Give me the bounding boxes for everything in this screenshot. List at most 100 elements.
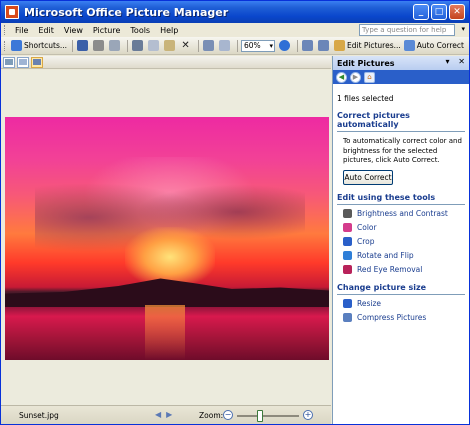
auto-correct-button[interactable]: Auto Correct [343,169,393,185]
undo-button[interactable] [202,39,217,53]
compress-icon [343,313,352,322]
auto-correct-description: To automatically correct color and brigh… [343,137,462,164]
help-button[interactable] [278,39,293,53]
color-label: Color [357,223,377,232]
pane-close-icon[interactable]: ✕ [458,57,465,66]
menu-bar: File Edit View Picture Tools Help Type a… [1,23,469,37]
help-search-input[interactable]: Type a question for help [359,24,455,36]
menu-grip-icon[interactable] [4,25,7,35]
auto-correct-toolbar-label: Auto Correct [416,41,464,50]
redo-button[interactable] [218,39,233,53]
color-link[interactable]: Color [343,223,465,233]
edit-pictures-icon [334,40,346,51]
pane-controls: ▾ ✕ [445,57,465,66]
menu-file[interactable]: File [10,26,33,35]
rotate-left-button[interactable] [301,39,316,53]
files-selected-count: 1 files selected [337,94,394,103]
rotate-flip-link[interactable]: Rotate and Flip [343,251,465,261]
shortcuts-icon [11,40,22,51]
red-eye-removal-link[interactable]: Red Eye Removal [343,265,465,275]
delete-button[interactable]: ✕ [179,39,194,53]
next-picture-icon[interactable]: ▶ [166,410,177,419]
rotate-left-icon [302,40,314,51]
window-title: Microsoft Office Picture Manager [24,5,229,19]
minimize-icon[interactable]: _ [413,4,429,20]
redo-icon [219,40,231,51]
standard-toolbar: Shortcuts... ✕ 60% Edit Pictures... Auto… [1,37,469,55]
toolbar-separator [72,39,74,52]
app-icon [5,5,19,19]
picture-size-section-title: Change picture size [337,283,465,295]
zoom-slider[interactable] [237,410,299,422]
copy-button[interactable] [147,39,162,53]
maximize-icon[interactable]: □ [431,4,447,20]
undo-icon [203,40,215,51]
edit-pictures-pane: Edit Pictures ▾ ✕ ◀ ▶ ⌂ 1 files selected… [332,56,469,424]
crop-label: Crop [357,237,375,246]
previous-picture-icon[interactable]: ◀ [155,410,166,419]
auto-correct-section-title: Correct pictures automatically [337,111,465,132]
email-button[interactable] [108,39,123,53]
email-icon [109,40,121,51]
title-bar[interactable]: Microsoft Office Picture Manager _ □ ✕ [1,1,469,23]
view-toolbar [1,56,331,69]
delete-icon: ✕ [181,40,190,51]
resize-icon [343,299,352,308]
picture-nav-arrows: ◀▶ [155,410,177,419]
zoom-slider-thumb[interactable] [256,410,263,422]
zoom-out-icon[interactable]: − [223,410,233,420]
help-dropdown-icon[interactable]: ▾ [461,25,465,33]
zoom-in-icon[interactable]: + [303,410,313,420]
forward-icon[interactable]: ▶ [350,71,361,83]
menu-edit[interactable]: Edit [33,26,59,35]
paste-icon [164,40,176,51]
toolbar-grip-icon[interactable] [4,40,7,51]
toolbar-separator [237,39,239,52]
close-icon[interactable]: ✕ [449,4,465,20]
edit-tools-section-title: Edit using these tools [337,193,465,205]
compress-pictures-link[interactable]: Compress Pictures [343,313,465,323]
menu-help[interactable]: Help [155,26,183,35]
current-filename: Sunset.jpg [19,411,59,420]
zoom-dropdown[interactable]: 60% [241,39,276,52]
paste-button[interactable] [163,39,178,53]
sunset-picture[interactable] [5,117,329,360]
menu-picture[interactable]: Picture [88,26,126,35]
auto-correct-icon [403,40,415,51]
rotate-right-icon [318,40,330,51]
pane-title: Edit Pictures [337,58,395,68]
toolbar-separator [198,39,200,52]
brightness-contrast-link[interactable]: Brightness and Contrast [343,209,465,219]
copy-icon [148,40,160,51]
menu-tools[interactable]: Tools [125,26,155,35]
pane-dropdown-icon[interactable]: ▾ [445,57,449,66]
rotate-right-button[interactable] [317,39,332,53]
rotate-flip-label: Rotate and Flip [357,251,414,260]
crop-icon [343,237,352,246]
print-button[interactable] [92,39,107,53]
menu-view[interactable]: View [59,26,88,35]
picture-canvas [1,70,331,405]
thumbnail-view-icon[interactable] [3,56,15,68]
edit-pictures-button[interactable]: Edit Pictures... [333,39,402,53]
resize-link[interactable]: Resize [343,299,465,309]
save-icon [77,40,89,51]
auto-correct-toolbar-button[interactable]: Auto Correct [403,39,465,53]
color-icon [343,223,352,232]
home-icon[interactable]: ⌂ [364,71,375,83]
save-button[interactable] [76,39,91,53]
pane-navigation: ◀ ▶ ⌂ [333,70,469,84]
cut-button[interactable] [131,39,146,53]
status-bar: Sunset.jpg ◀▶ Zoom: − + [1,405,331,424]
crop-link[interactable]: Crop [343,237,465,247]
back-icon[interactable]: ◀ [336,71,347,83]
resize-label: Resize [357,299,382,308]
filmstrip-view-icon[interactable] [17,56,29,68]
edit-pictures-label: Edit Pictures... [347,41,401,50]
help-icon [279,40,291,51]
single-picture-view-icon[interactable] [31,56,43,68]
brightness-contrast-label: Brightness and Contrast [357,209,448,218]
shortcuts-button[interactable]: Shortcuts... [10,39,68,53]
print-icon [93,40,105,51]
brightness-icon [343,209,352,218]
